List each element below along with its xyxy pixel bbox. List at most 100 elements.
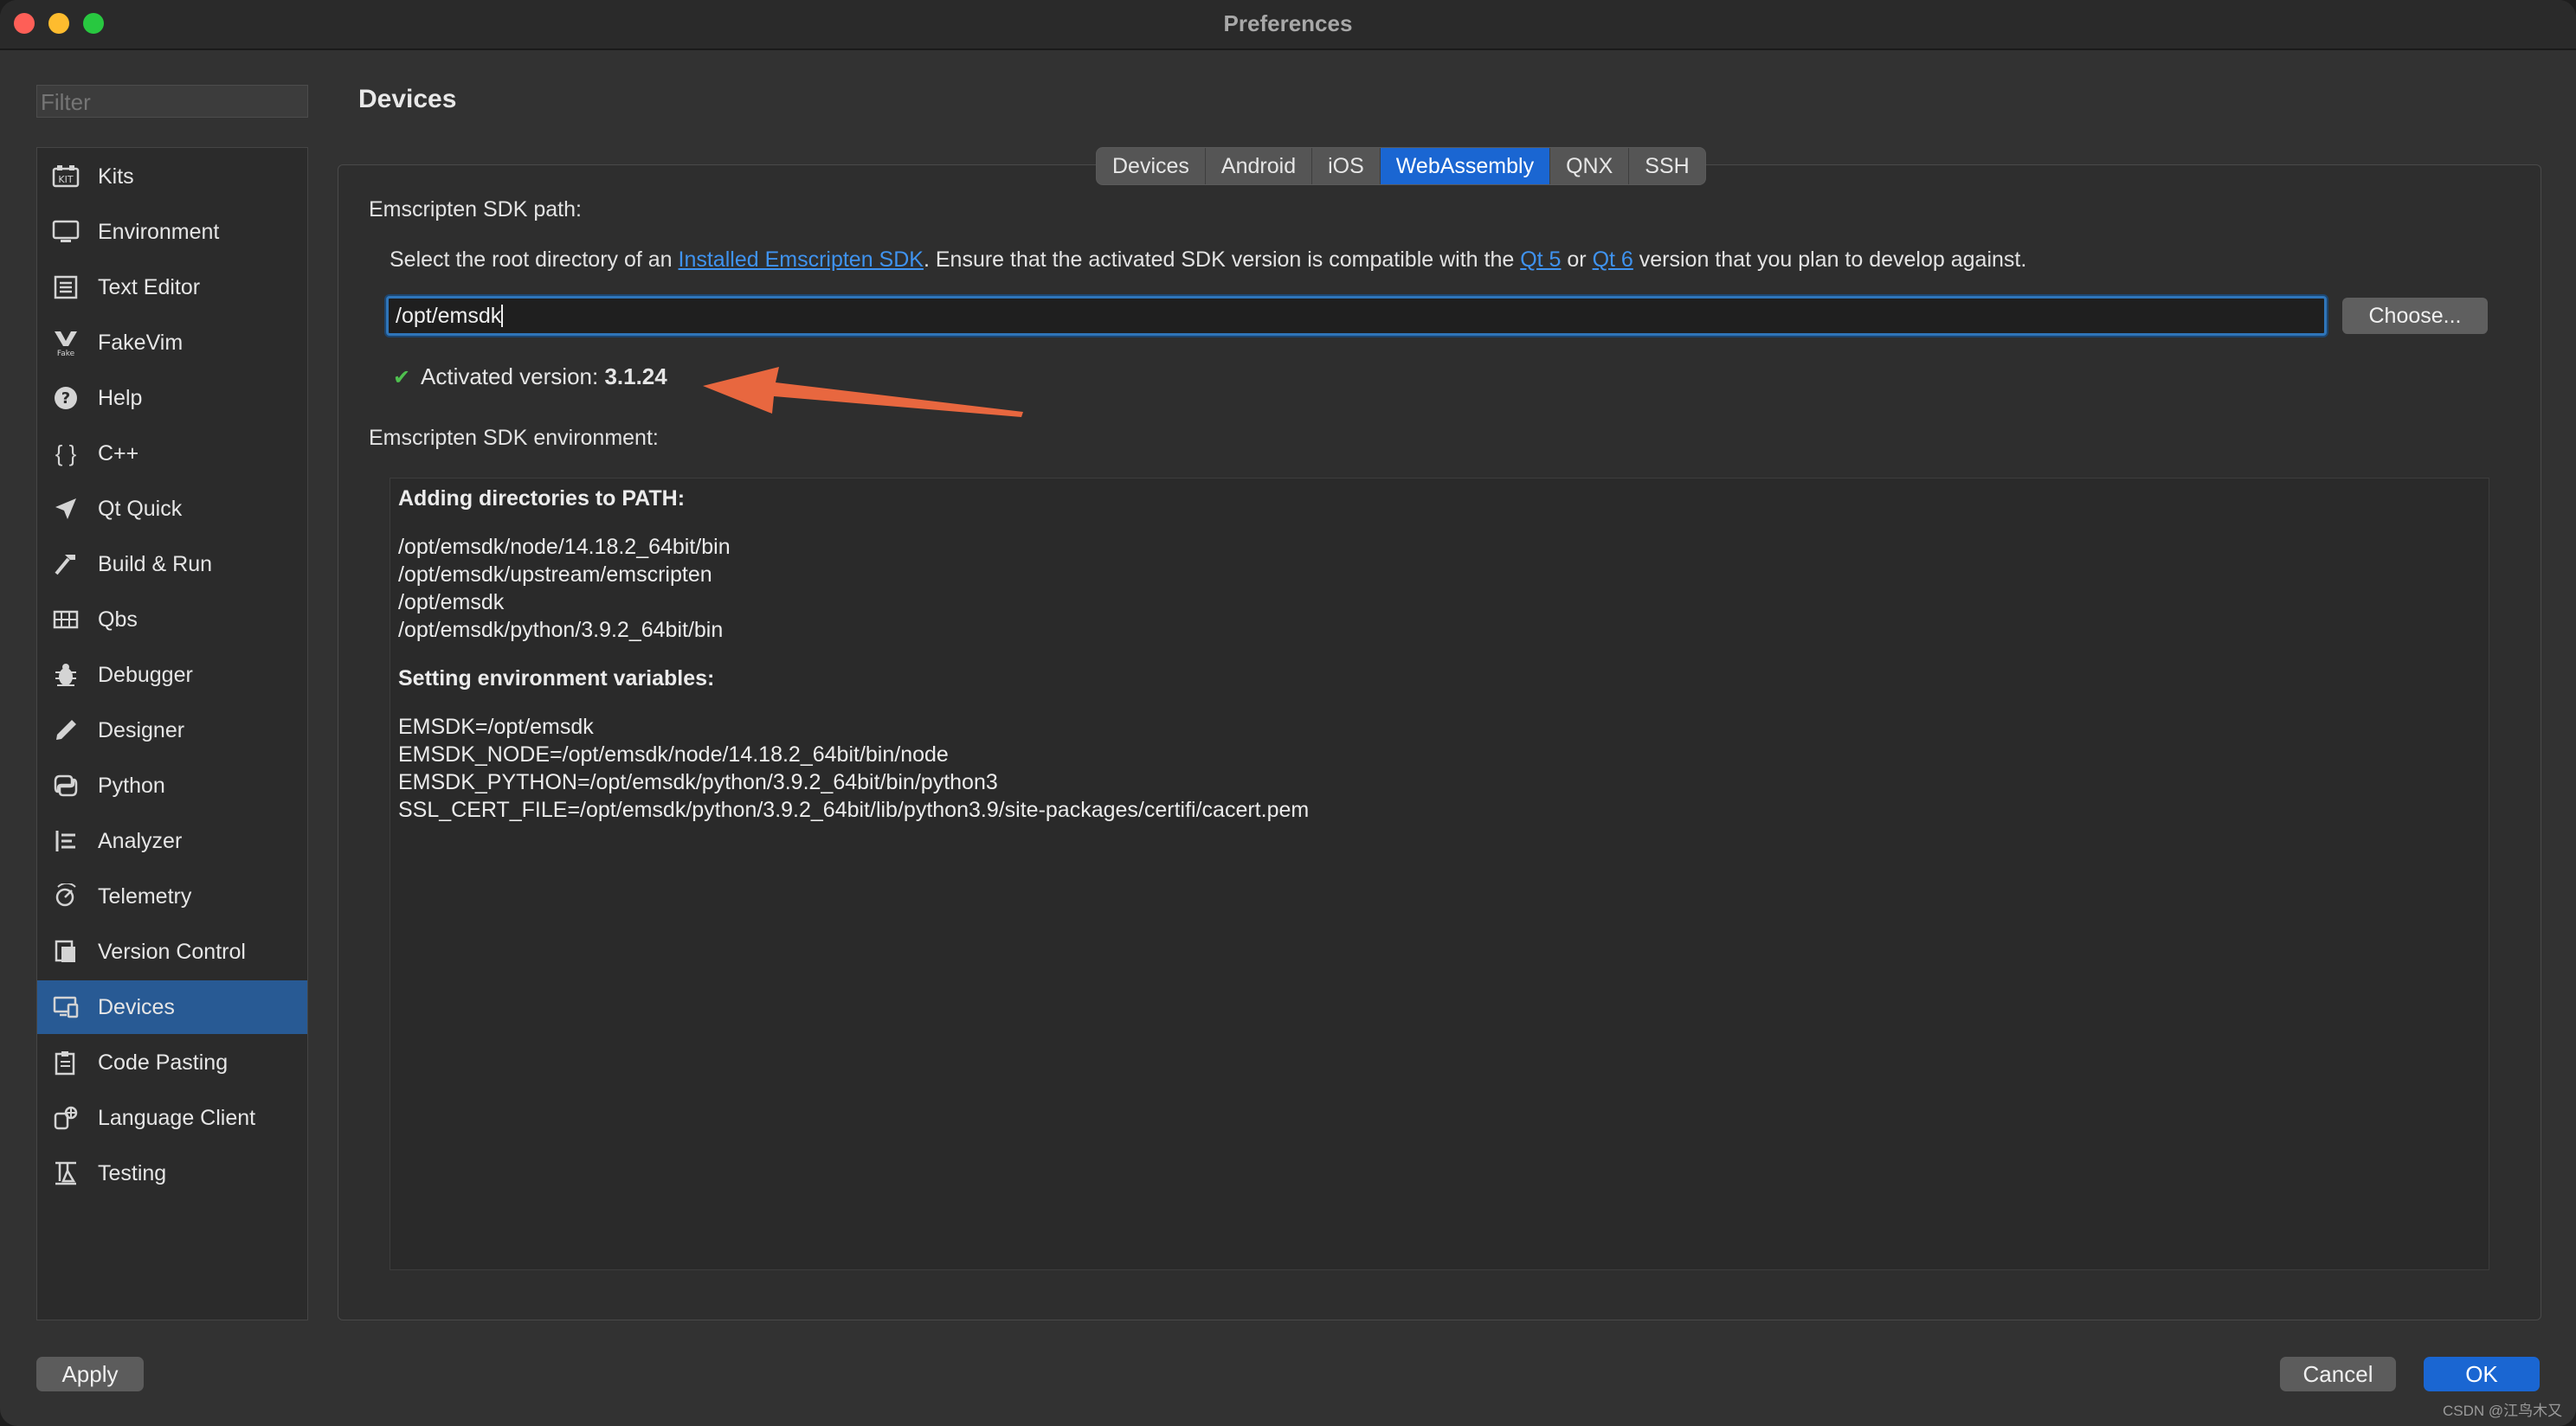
qt6-link[interactable]: Qt 6: [1593, 247, 1633, 272]
description-text: . Ensure that the activated SDK version …: [923, 247, 1521, 272]
text-editor-icon: [51, 273, 80, 302]
installed-emscripten-sdk-link[interactable]: Installed Emscripten SDK: [679, 247, 924, 272]
sidebar-item-label: C++: [98, 440, 139, 466]
sidebar-item-build-run[interactable]: Build & Run: [37, 537, 307, 591]
text-cursor: [501, 305, 504, 327]
python-icon: [51, 771, 80, 800]
sidebar-item-label: Build & Run: [98, 551, 213, 576]
tab-devices[interactable]: Devices: [1097, 148, 1206, 184]
sidebar-item-testing[interactable]: Testing: [37, 1147, 307, 1200]
tab-qnx[interactable]: QNX: [1550, 148, 1630, 184]
sidebar-item-label: Telemetry: [98, 883, 192, 909]
sdk-path-label: Emscripten SDK path:: [369, 197, 582, 222]
watermark: CSDN @江鸟木又: [2443, 1403, 2563, 1419]
env-path-line: /opt/emsdk/python/3.9.2_64bit/bin: [398, 618, 724, 642]
description-text: version that you plan to develop against…: [1633, 247, 2027, 272]
sidebar-item-version-control[interactable]: Version Control: [37, 925, 307, 979]
sidebar-item-telemetry[interactable]: Telemetry: [37, 870, 307, 923]
env-var-line: EMSDK_NODE=/opt/emsdk/node/14.18.2_64bit…: [398, 742, 949, 767]
sidebar-item-label: Devices: [98, 994, 175, 1019]
sidebar-item-python[interactable]: Python: [37, 759, 307, 813]
sidebar-item-cpp[interactable]: { } C++: [37, 427, 307, 480]
tab-webassembly[interactable]: WebAssembly: [1380, 148, 1551, 184]
sidebar-item-fakevim[interactable]: Fake FakeVim: [37, 316, 307, 369]
env-vars-header: Setting environment variables:: [398, 666, 715, 691]
clipboard-icon: [51, 1048, 80, 1077]
activated-version-value: 3.1.24: [604, 363, 667, 389]
env-var-line: SSL_CERT_FILE=/opt/emsdk/python/3.9.2_64…: [398, 798, 1310, 822]
svg-text:Fake: Fake: [57, 350, 75, 356]
sdk-path-input[interactable]: /opt/emsdk: [386, 296, 2327, 336]
version-control-icon: [51, 937, 80, 967]
sidebar-item-help[interactable]: ? Help: [37, 371, 307, 425]
page-title: Devices: [358, 85, 457, 113]
annotation-arrow-icon: [703, 367, 1023, 417]
tab-ssh[interactable]: SSH: [1629, 148, 1704, 184]
sidebar-item-qbs[interactable]: Qbs: [37, 593, 307, 646]
sidebar-item-label: Kits: [98, 164, 134, 189]
sidebar-item-designer[interactable]: Designer: [37, 703, 307, 757]
checkmark-icon: ✔: [393, 366, 411, 389]
sidebar-item-label: Designer: [98, 717, 185, 742]
sdk-description: Select the root directory of an Installe…: [390, 247, 2026, 273]
pencil-icon: [51, 716, 80, 745]
ok-button[interactable]: OK: [2424, 1357, 2540, 1391]
sidebar-item-label: Testing: [98, 1160, 167, 1185]
window-title: Preferences: [1223, 10, 1353, 36]
sdk-environment-box: [390, 478, 2489, 1270]
analyzer-icon: [51, 826, 80, 856]
sidebar-item-kits[interactable]: KIT Kits: [37, 150, 307, 203]
activated-version-label: Activated version:: [421, 363, 605, 389]
env-path-header: Adding directories to PATH:: [398, 486, 686, 511]
telemetry-icon: [51, 882, 80, 911]
tab-bar: Devices Android iOS WebAssembly QNX SSH: [1096, 147, 1706, 185]
sidebar-item-language-client[interactable]: Language Client: [37, 1091, 307, 1145]
cancel-button[interactable]: Cancel: [2280, 1357, 2396, 1391]
sidebar-item-qt-quick[interactable]: Qt Quick: [37, 482, 307, 536]
sidebar-item-analyzer[interactable]: Analyzer: [37, 814, 307, 868]
description-text: or: [1561, 247, 1593, 272]
svg-text:KIT: KIT: [58, 174, 73, 185]
sidebar-item-label: Debugger: [98, 662, 193, 687]
fakevim-icon: Fake: [51, 328, 80, 357]
env-var-line: EMSDK=/opt/emsdk: [398, 715, 594, 739]
choose-button[interactable]: Choose...: [2342, 298, 2488, 334]
sidebar-item-label: Language Client: [98, 1105, 256, 1130]
svg-text:?: ?: [61, 389, 70, 408]
sidebar-item-label: Qbs: [98, 607, 138, 632]
env-path-line: /opt/emsdk: [398, 590, 505, 614]
language-client-icon: [51, 1103, 80, 1133]
tab-android[interactable]: Android: [1206, 148, 1313, 184]
send-icon: [51, 494, 80, 524]
sidebar-item-label: FakeVim: [98, 330, 184, 355]
sidebar-item-devices[interactable]: Devices: [37, 980, 307, 1034]
title-bar: Preferences: [0, 0, 2576, 50]
sidebar-item-label: Qt Quick: [98, 496, 183, 521]
hammer-icon: [51, 549, 80, 579]
sidebar-item-label: Help: [98, 385, 143, 410]
qbs-icon: [51, 605, 80, 634]
sdk-path-value: /opt/emsdk: [396, 304, 502, 328]
sidebar: KIT Kits Environment Text Editor Fake Fa…: [36, 147, 308, 1320]
env-var-line: EMSDK_PYTHON=/opt/emsdk/python/3.9.2_64b…: [398, 770, 998, 794]
sidebar-item-label: Code Pasting: [98, 1050, 229, 1075]
monitor-icon: [51, 217, 80, 247]
qt5-link[interactable]: Qt 5: [1520, 247, 1561, 272]
env-path-line: /opt/emsdk/upstream/emscripten: [398, 562, 712, 587]
sidebar-item-label: Analyzer: [98, 828, 183, 853]
filter-input[interactable]: [36, 85, 308, 118]
env-path-line: /opt/emsdk/node/14.18.2_64bit/bin: [398, 535, 731, 559]
apply-button[interactable]: Apply: [36, 1357, 144, 1391]
sdk-environment-label: Emscripten SDK environment:: [369, 426, 659, 450]
help-icon: ?: [51, 383, 80, 413]
kits-icon: KIT: [51, 162, 80, 191]
sidebar-item-debugger[interactable]: Debugger: [37, 648, 307, 702]
tab-ios[interactable]: iOS: [1312, 148, 1381, 184]
sidebar-item-label: Environment: [98, 219, 220, 244]
testing-icon: [51, 1159, 80, 1188]
sidebar-item-text-editor[interactable]: Text Editor: [37, 260, 307, 314]
sidebar-item-code-pasting[interactable]: Code Pasting: [37, 1036, 307, 1089]
devices-icon: [51, 992, 80, 1022]
description-text: Select the root directory of an: [390, 247, 679, 272]
sidebar-item-environment[interactable]: Environment: [37, 205, 307, 259]
